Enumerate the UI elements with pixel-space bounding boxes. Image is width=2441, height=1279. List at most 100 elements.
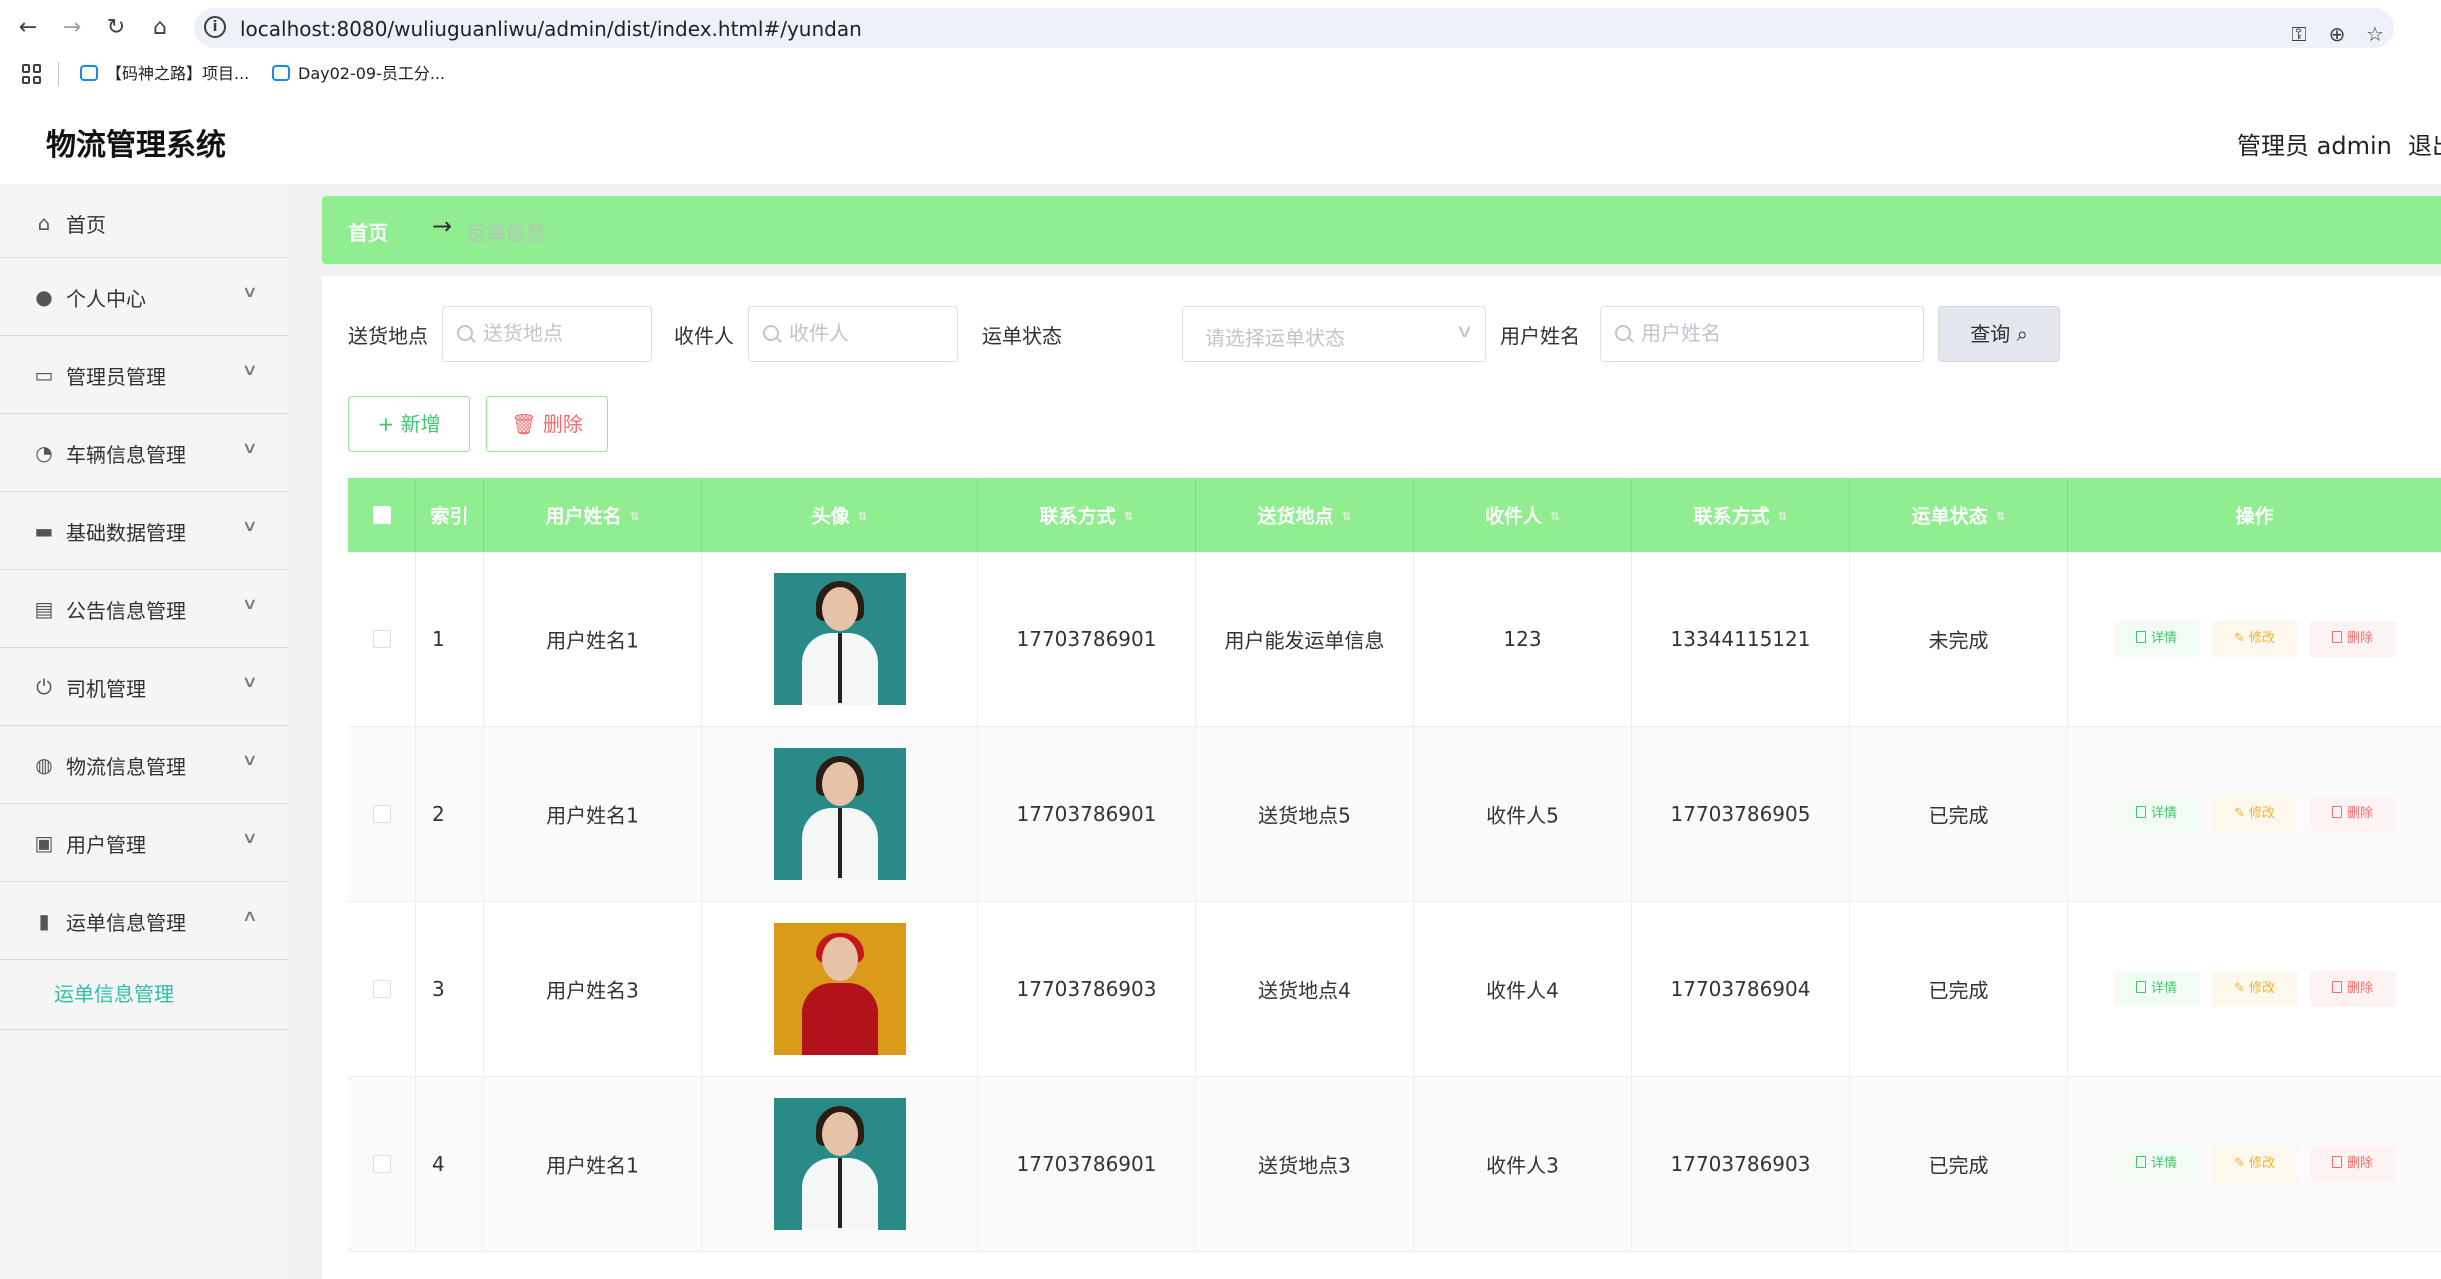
status-text: 已完成 bbox=[1928, 803, 1989, 828]
sidebar-item-logistics[interactable]: ◍ 物流信息管理 ∨ bbox=[0, 726, 288, 804]
username-text: 用户姓名3 bbox=[546, 978, 639, 1003]
avatar-image[interactable] bbox=[773, 923, 906, 1055]
detail-button[interactable]: 详情 bbox=[2113, 796, 2200, 832]
sidebar-item-base-data[interactable]: ▬ 基础数据管理 ∨ bbox=[0, 492, 288, 570]
sort-caret-icon[interactable]: ⇅ bbox=[1123, 510, 1133, 524]
recipient-search-field[interactable] bbox=[748, 306, 1049, 362]
column-header-recipient-phone[interactable]: 联系方式 ⇅ bbox=[1632, 478, 1850, 552]
url-text: localhost:8080/wuliuguanliwu/admin/dist/… bbox=[240, 17, 862, 41]
sidebar-item-drivers[interactable]: ⏻ 司机管理 ∨ bbox=[0, 648, 288, 726]
edit-button-label: 修改 bbox=[2249, 631, 2276, 646]
home-browser-icon[interactable]: ⌂ bbox=[146, 14, 174, 42]
content-panel: 送货地点 收件人 运单状态 请选择运单状态 ∨ 用户姓名 查询 ⌕ bbox=[322, 276, 2441, 1279]
row-checkbox[interactable] bbox=[372, 630, 391, 648]
document-icon bbox=[2135, 981, 2146, 993]
avatar-image[interactable] bbox=[773, 1098, 906, 1230]
address-search-field[interactable] bbox=[442, 306, 743, 362]
delete-button-label: 删除 bbox=[542, 412, 583, 436]
address-bar[interactable]: i localhost:8080/wuliuguanliwu/admin/dis… bbox=[194, 8, 2394, 48]
clipboard-icon: ▤ bbox=[34, 597, 54, 621]
detail-button[interactable]: 详情 bbox=[2113, 971, 2200, 1007]
avatar-image[interactable] bbox=[773, 748, 906, 880]
edit-button-label: 修改 bbox=[2249, 1156, 2276, 1171]
sidebar-item-users[interactable]: ▣ 用户管理 ∨ bbox=[0, 804, 288, 882]
zoom-icon[interactable]: ⊕ bbox=[2318, 22, 2356, 46]
sort-caret-icon[interactable]: ⇅ bbox=[1341, 510, 1351, 524]
row-checkbox[interactable] bbox=[372, 1155, 391, 1173]
bookmark-item[interactable]: 【码神之路】项目... bbox=[80, 62, 249, 86]
back-arrow-icon[interactable]: ← bbox=[14, 14, 42, 42]
sort-caret-icon[interactable]: ⇅ bbox=[1550, 510, 1560, 524]
forward-arrow-icon[interactable]: → bbox=[58, 14, 86, 42]
column-header-address[interactable]: 送货地点 ⇅ bbox=[1196, 478, 1414, 552]
row-checkbox[interactable] bbox=[372, 980, 391, 998]
sidebar-item-notices[interactable]: ▤ 公告信息管理 ∨ bbox=[0, 570, 288, 648]
status-select[interactable]: 请选择运单状态 ∨ bbox=[1182, 306, 1486, 362]
column-header-operations: 操作 bbox=[2068, 478, 2441, 552]
sidebar-item-waybills[interactable]: ▮ 运单信息管理 ∧ bbox=[0, 882, 288, 960]
delete-button[interactable]: 🗑 删除 bbox=[486, 396, 608, 452]
sort-caret-icon[interactable]: ⇅ bbox=[629, 510, 639, 524]
bookmark-item[interactable]: Day02-09-员工分... bbox=[272, 62, 445, 86]
sidebar-item-label: 公告信息管理 bbox=[66, 599, 186, 623]
query-button[interactable]: 查询 ⌕ bbox=[1938, 306, 2060, 362]
column-header-status[interactable]: 运单状态 ⇅ bbox=[1850, 478, 2068, 552]
row-checkbox-cell bbox=[348, 902, 416, 1076]
row-delete-button[interactable]: 删除 bbox=[2309, 796, 2396, 832]
edit-button[interactable]: ✎ 修改 bbox=[2211, 971, 2298, 1007]
recipient-phone-cell: 17703786905 bbox=[1632, 727, 1850, 901]
add-button[interactable]: + 新增 bbox=[348, 396, 470, 452]
sidebar-item-admins[interactable]: ▭ 管理员管理 ∨ bbox=[0, 336, 288, 414]
detail-button[interactable]: 详情 bbox=[2113, 621, 2200, 657]
detail-button-label: 详情 bbox=[2150, 981, 2177, 996]
username-search-input[interactable] bbox=[1641, 321, 1901, 345]
breadcrumb-home[interactable]: 首页 bbox=[348, 217, 388, 246]
sidebar-item-home[interactable]: ⌂ 首页 bbox=[0, 184, 288, 258]
address-bar-actions: ⚿ ⊕ ☆ bbox=[2280, 22, 2394, 46]
sidebar-item-profile[interactable]: ● 个人中心 ∨ bbox=[0, 258, 288, 336]
password-key-icon[interactable]: ⚿ bbox=[2280, 22, 2318, 46]
chevron-down-icon: ∨ bbox=[241, 750, 259, 769]
apps-grid-icon[interactable] bbox=[22, 64, 42, 84]
index-cell: 3 bbox=[416, 902, 484, 1076]
username-search-field[interactable] bbox=[1600, 306, 1924, 362]
column-header-username[interactable]: 用户姓名 ⇅ bbox=[484, 478, 702, 552]
plus-icon: + bbox=[377, 412, 401, 436]
select-all-checkbox[interactable] bbox=[372, 506, 391, 524]
sort-caret-icon[interactable]: ⇅ bbox=[857, 510, 867, 524]
bookmark-star-icon[interactable]: ☆ bbox=[2356, 22, 2394, 46]
detail-button[interactable]: 详情 bbox=[2113, 1146, 2200, 1182]
row-delete-button[interactable]: 删除 bbox=[2309, 621, 2396, 657]
edit-button[interactable]: ✎ 修改 bbox=[2211, 621, 2298, 657]
column-header-index[interactable]: 索引 bbox=[416, 478, 484, 552]
column-header-phone[interactable]: 联系方式 ⇅ bbox=[978, 478, 1196, 552]
column-header-recipient[interactable]: 收件人 ⇅ bbox=[1414, 478, 1632, 552]
edit-button[interactable]: ✎ 修改 bbox=[2211, 1146, 2298, 1182]
sidebar-item-label: 个人中心 bbox=[66, 287, 146, 311]
sort-caret-icon[interactable]: ⇅ bbox=[1777, 510, 1787, 524]
phone-text: 17703786903 bbox=[1016, 977, 1157, 1001]
sort-caret-icon[interactable]: ⇅ bbox=[1995, 510, 2005, 524]
recipient-phone-cell: 17703786903 bbox=[1632, 1077, 1850, 1251]
status-cell: 已完成 bbox=[1850, 1077, 2068, 1251]
edit-button-label: 修改 bbox=[2249, 806, 2276, 821]
main-area: 首页 → 运单信息 送货地点 收件人 运单状态 请选择运单状态 ∨ 用户姓名 bbox=[288, 184, 2441, 1279]
column-header-avatar[interactable]: 头像 ⇅ bbox=[702, 478, 978, 552]
trash-icon bbox=[2331, 1156, 2342, 1168]
row-checkbox[interactable] bbox=[372, 805, 391, 823]
sidebar-subitem-waybill-management[interactable]: 运单信息管理 bbox=[0, 960, 288, 1030]
address-cell: 用户能发运单信息 bbox=[1196, 552, 1414, 726]
index-text: 1 bbox=[432, 627, 445, 651]
avatar-cell bbox=[702, 727, 978, 901]
select-all-cell bbox=[348, 478, 416, 552]
site-info-icon[interactable]: i bbox=[204, 16, 226, 38]
row-delete-button[interactable]: 删除 bbox=[2309, 1146, 2396, 1182]
recipient-text: 收件人5 bbox=[1486, 803, 1559, 828]
edit-button[interactable]: ✎ 修改 bbox=[2211, 796, 2298, 832]
logout-link[interactable]: 退出 bbox=[2408, 126, 2441, 161]
reload-icon[interactable]: ↻ bbox=[102, 14, 130, 42]
avatar-image[interactable] bbox=[773, 573, 906, 705]
sidebar-item-vehicles[interactable]: ◔ 车辆信息管理 ∨ bbox=[0, 414, 288, 492]
username-label: 用户姓名 bbox=[1500, 324, 1580, 348]
row-delete-button[interactable]: 删除 bbox=[2309, 971, 2396, 1007]
